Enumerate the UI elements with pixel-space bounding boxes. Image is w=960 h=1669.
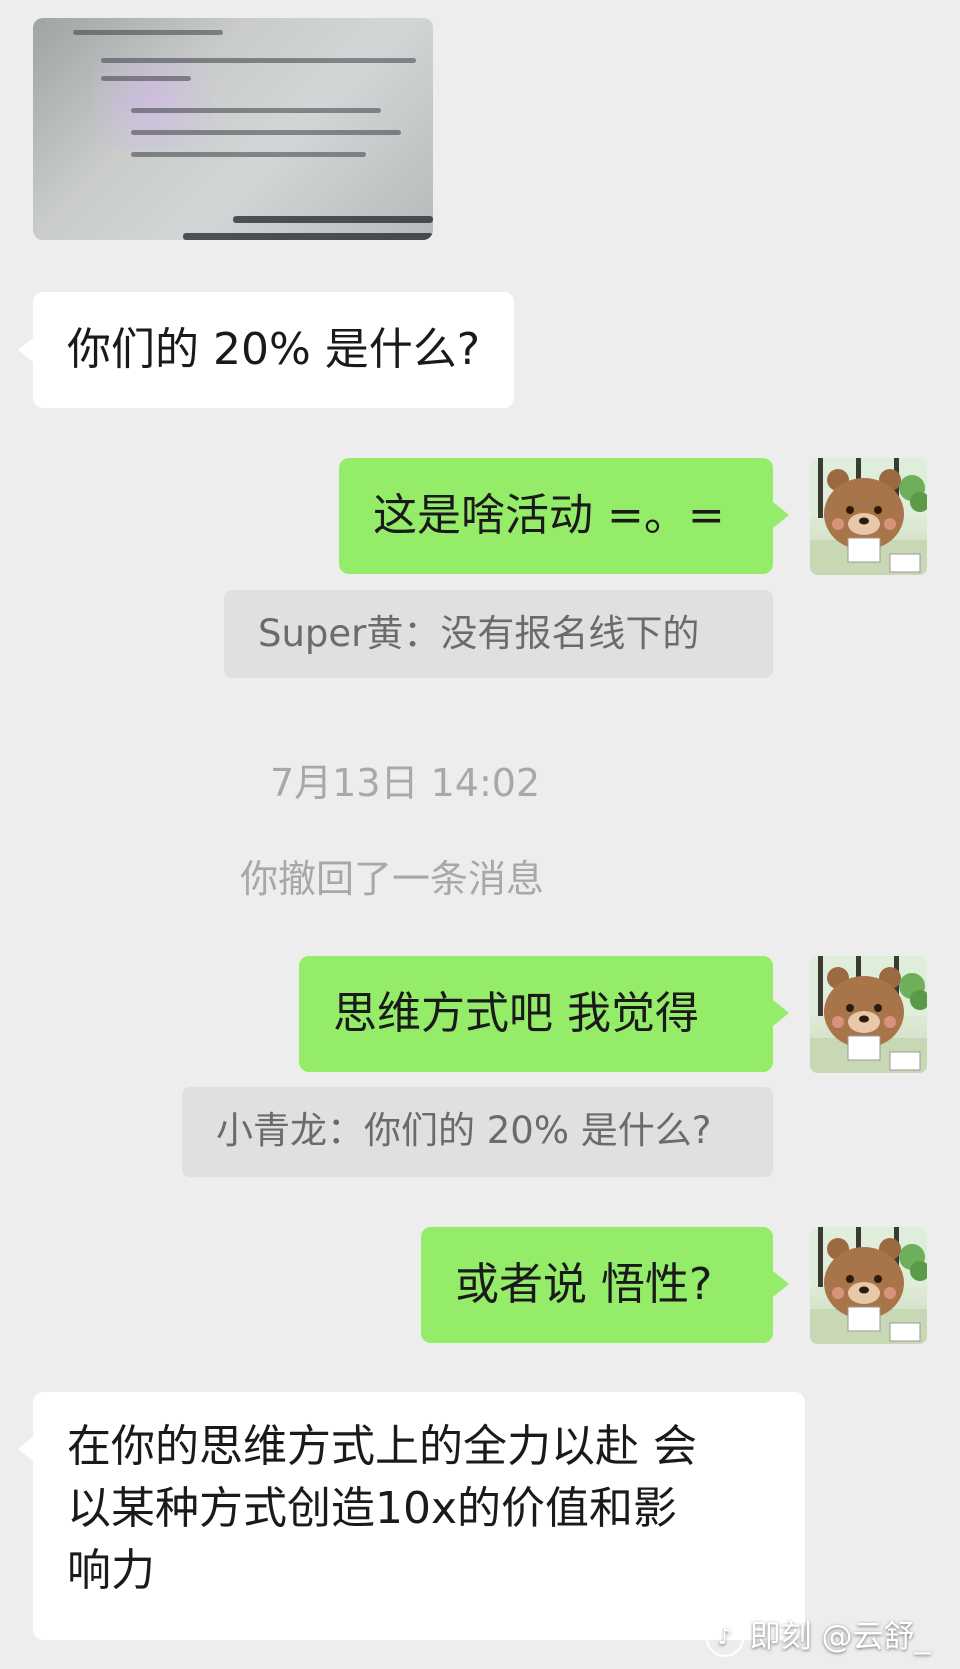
photo-message[interactable]	[33, 18, 433, 240]
message-line: 在你的思维方式上的全力以赴 会	[67, 1421, 697, 1472]
message-bubble-outgoing[interactable]: 或者说 悟性?	[421, 1227, 773, 1343]
avatar[interactable]	[810, 458, 927, 575]
avatar[interactable]	[810, 1227, 927, 1344]
jike-logo-icon: ♪	[705, 1619, 744, 1657]
message-text: 这是啥活动 =。=	[373, 490, 725, 541]
quote-text: 小青龙：你们的 20% 是什么?	[216, 1109, 712, 1152]
message-text: 你们的 20% 是什么?	[67, 324, 481, 375]
quote-text: Super黄：没有报名线下的	[258, 612, 700, 655]
message-bubble-incoming[interactable]: 你们的 20% 是什么?	[33, 292, 515, 408]
bubble-tail	[773, 1000, 789, 1026]
bear-avatar-icon	[810, 1227, 927, 1344]
quoted-message[interactable]: Super黄：没有报名线下的	[224, 590, 773, 678]
message-bubble-outgoing[interactable]: 思维方式吧 我觉得	[299, 956, 773, 1072]
message-bubble-outgoing[interactable]: 这是啥活动 =。=	[339, 458, 773, 574]
message-text: 思维方式吧 我觉得	[333, 988, 699, 1039]
timestamp: 7月13日 14:02	[270, 761, 541, 805]
bubble-tail	[773, 502, 789, 528]
message-bubble-incoming[interactable]: 在你的思维方式上的全力以赴 会 以某种方式创造10x的价值和影 响力	[33, 1392, 805, 1640]
bear-avatar-icon	[810, 458, 927, 575]
message-text: 或者说 悟性?	[455, 1259, 713, 1310]
watermark-text: 即刻 @云舒_	[749, 1618, 930, 1655]
avatar[interactable]	[810, 956, 927, 1073]
bear-avatar-icon	[810, 956, 927, 1073]
message-line: 以某种方式创造10x的价值和影	[67, 1483, 678, 1534]
watermark: ♪ 即刻 @云舒_	[705, 1611, 930, 1657]
bubble-tail	[18, 1436, 34, 1462]
quoted-message[interactable]: 小青龙：你们的 20% 是什么?	[182, 1087, 773, 1177]
recalled-notice: 你撤回了一条消息	[240, 857, 545, 901]
bubble-tail	[773, 1271, 789, 1297]
bubble-tail	[18, 337, 34, 363]
message-line: 响力	[67, 1545, 155, 1596]
